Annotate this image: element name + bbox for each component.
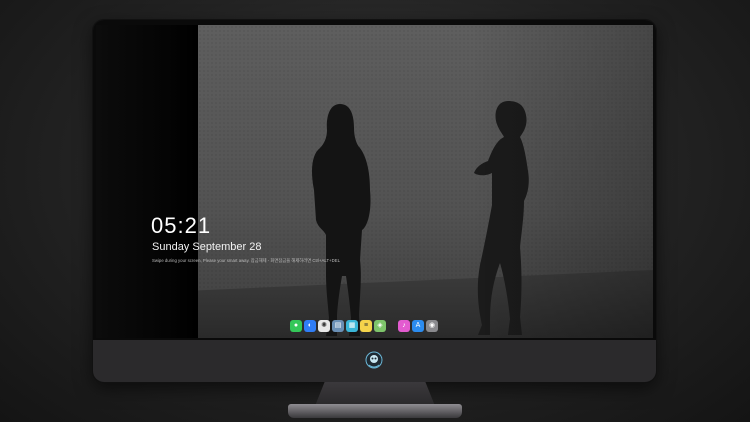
monitor-stand bbox=[315, 382, 435, 406]
dock: ● ◐ ✺ ▤ ▦ ≡ ◈ ♪ A ◉ bbox=[286, 318, 442, 333]
photos-icon[interactable]: ◈ bbox=[374, 319, 386, 332]
wallpaper-dark-band bbox=[96, 25, 198, 338]
itunes-icon[interactable]: ♪ bbox=[398, 319, 410, 332]
wallpaper-shading bbox=[198, 25, 653, 338]
lockscreen-time: 05:21 bbox=[151, 213, 212, 238]
monitor-logo-icon bbox=[365, 351, 383, 369]
claquette-icon[interactable]: ▦ bbox=[346, 319, 358, 332]
screen: 05:21 Sunday September 28 Swipe during y… bbox=[96, 25, 653, 338]
finder-icon[interactable]: ◐ bbox=[304, 319, 316, 332]
lockscreen-unlock-hint: Swipe during your screen, Please your sm… bbox=[152, 258, 340, 263]
camera-icon[interactable]: ◉ bbox=[426, 319, 438, 332]
safari-icon[interactable]: ✺ bbox=[318, 319, 330, 332]
app-store-icon[interactable]: A bbox=[412, 319, 424, 332]
preview-icon[interactable]: ▤ bbox=[332, 319, 344, 332]
messages-icon[interactable]: ● bbox=[290, 319, 302, 332]
notes-icon[interactable]: ≡ bbox=[360, 319, 372, 332]
lockscreen-date: Sunday September 28 bbox=[152, 241, 262, 253]
monitor-foot bbox=[288, 404, 462, 418]
